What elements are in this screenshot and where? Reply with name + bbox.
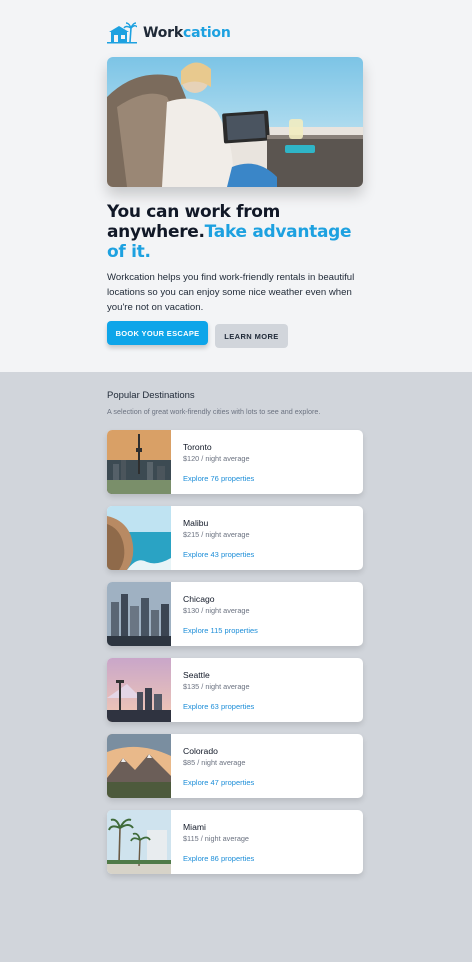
- explore-properties-link[interactable]: Explore 47 properties: [183, 777, 254, 789]
- destination-city: Seattle: [183, 670, 210, 680]
- logo-text-work: Work: [143, 25, 183, 41]
- destination-price: $135 / night average: [183, 682, 250, 691]
- hero-intro: Workcation helps you find work-friendly …: [107, 272, 355, 313]
- destination-card-toronto[interactable]: Toronto $120 / night average Explore 76 …: [107, 430, 363, 494]
- explore-properties-link[interactable]: Explore 43 properties: [183, 549, 254, 561]
- destination-image-toronto: [107, 430, 171, 494]
- explore-properties-link[interactable]: Explore 76 properties: [183, 473, 254, 485]
- section-title: Popular Destinations: [107, 390, 195, 401]
- destination-card-miami[interactable]: Miami $115 / night average Explore 86 pr…: [107, 810, 363, 874]
- destination-price: $115 / night average: [183, 834, 249, 843]
- hero-headline: You can work from anywhere.Take advantag…: [107, 202, 357, 262]
- destination-card-malibu[interactable]: Malibu $215 / night average Explore 43 p…: [107, 506, 363, 570]
- logo-text: Workcation: [143, 25, 231, 41]
- destination-city: Colorado: [183, 746, 218, 756]
- explore-properties-link[interactable]: Explore 115 properties: [183, 625, 258, 637]
- destination-price: $85 / night average: [183, 758, 246, 767]
- destination-city: Toronto: [183, 442, 212, 452]
- destination-image-colorado: [107, 734, 171, 798]
- destination-card-chicago[interactable]: Chicago $130 / night average Explore 115…: [107, 582, 363, 646]
- logo-text-cation: cation: [182, 25, 231, 41]
- destination-image-chicago: [107, 582, 171, 646]
- logo[interactable]: Workcation: [107, 22, 231, 44]
- destination-image-malibu: [107, 506, 171, 570]
- destination-price: $130 / night average: [183, 606, 250, 615]
- destination-city: Chicago: [183, 594, 215, 604]
- destination-city: Miami: [183, 822, 206, 832]
- beach-house-icon: [107, 22, 137, 44]
- learn-more-button[interactable]: LEARN MORE: [215, 324, 288, 348]
- explore-properties-link[interactable]: Explore 63 properties: [183, 701, 254, 713]
- hero-image: [107, 57, 363, 187]
- destination-image-miami: [107, 810, 171, 874]
- destination-image-seattle: [107, 658, 171, 722]
- section-subtitle: A selection of great work-firendly citie…: [107, 407, 321, 416]
- destination-card-colorado[interactable]: Colorado $85 / night average Explore 47 …: [107, 734, 363, 798]
- book-your-escape-button[interactable]: BOOK YOUR ESCAPE: [107, 321, 208, 345]
- destination-city: Malibu: [183, 518, 209, 528]
- explore-properties-link[interactable]: Explore 86 properties: [183, 853, 254, 865]
- destination-card-seattle[interactable]: Seattle $135 / night average Explore 63 …: [107, 658, 363, 722]
- destination-price: $215 / night average: [183, 530, 250, 539]
- destination-price: $120 / night average: [183, 454, 250, 463]
